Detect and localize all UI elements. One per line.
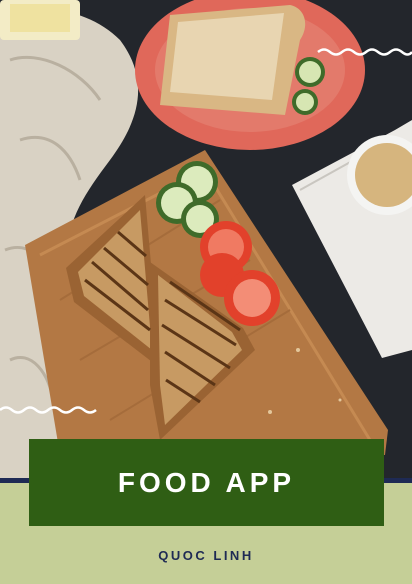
app-title: FOOD APP (117, 466, 296, 498)
author-name: QUOC LINH (158, 548, 254, 563)
title-card: FOOD APP (29, 439, 384, 526)
food-photo (0, 0, 412, 483)
